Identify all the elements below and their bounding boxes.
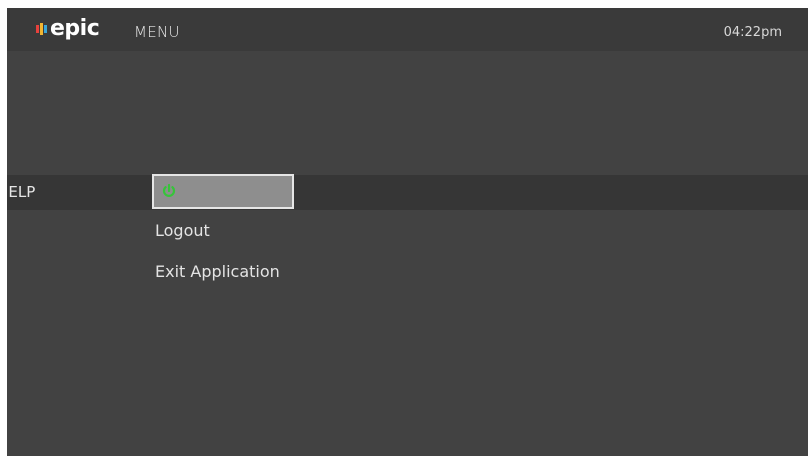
power-menu-item[interactable] — [152, 174, 294, 209]
page-title: MENU — [134, 23, 180, 41]
epic-logo: epic — [36, 16, 100, 41]
top-bar: epic MENU 04:22pm — [7, 8, 808, 51]
logout-menu-item[interactable]: Logout — [155, 221, 210, 240]
clock-time: 04:22pm — [723, 25, 782, 40]
brand-name: epic — [50, 16, 100, 41]
play-stripes-icon — [36, 22, 48, 36]
app-screen: epic MENU 04:22pm IELP Logout Exit Appli… — [7, 8, 808, 456]
nav-row: IELP — [7, 175, 808, 210]
exit-application-menu-item[interactable]: Exit Application — [155, 262, 280, 281]
nav-item-help[interactable]: IELP — [7, 183, 35, 201]
power-icon — [161, 183, 177, 199]
